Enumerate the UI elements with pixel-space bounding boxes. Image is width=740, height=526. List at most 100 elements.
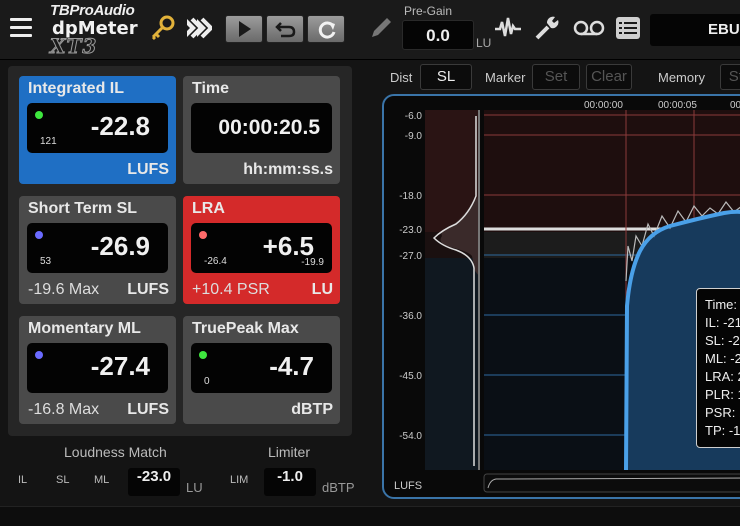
brand-bottom: XT3 [49,34,98,59]
memory-button[interactable]: Ste [720,64,740,90]
skip-forward-icon[interactable] [184,14,212,42]
x-tick-0: 00:00:00 [584,100,623,111]
y-tick: -45.0 [399,371,422,382]
meter-value: -27.4 [90,351,150,381]
play-button[interactable] [225,15,263,43]
menu-icon[interactable] [10,18,32,38]
status-bar [0,506,740,526]
meter-extra: -16.8 Max [28,401,100,418]
graph-unit-label: LUFS [394,480,423,492]
meter-title: LRA [192,200,225,217]
loudness-match-unit: LU [186,480,203,495]
dist-selector[interactable]: SL [420,64,472,90]
meter-value: -22.8 [90,111,150,141]
tooltip-line: IL: -21 [705,315,740,330]
lim-button[interactable]: LIM [230,474,248,486]
toolbar: TBProAudio dpMeter XT3 Pre-Gain 0.0 LU E… [0,0,740,60]
status-dot [199,231,207,239]
key-icon[interactable] [148,14,176,42]
pregain-input[interactable]: 0.0 [402,20,474,50]
brand-logo: TBProAudio dpMeter XT3 [46,2,146,59]
meter-value: 00:00:20.5 [218,116,320,139]
overview-strip[interactable] [483,473,740,493]
wrench-icon[interactable] [533,14,561,42]
meter-display: -26.9 53 [27,223,168,273]
il-button[interactable]: IL [18,474,27,486]
meter-panel: Integrated IL -22.8 121 LUFS Time 00:00:… [8,66,352,436]
sl-button[interactable]: SL [56,474,69,486]
play-icon [239,21,251,37]
waveform-icon[interactable] [494,14,522,42]
meter-display: -27.4 [27,343,168,393]
meter-value: -26.9 [90,231,150,261]
list-icon[interactable] [614,14,642,42]
graph-canvas: 00:00:00 00:00:05 00:0 -6.0 -9.0 -18.0 -… [399,100,740,493]
distribution-lower [425,258,479,470]
truepeak-meter[interactable]: TruePeak Max -4.7 0 dBTP [183,316,340,424]
momentary-meter[interactable]: Momentary ML -27.4 -16.8 Max LUFS [19,316,176,424]
short-term-meter[interactable]: Short Term SL -26.9 53 -19.6 Max LUFS [19,196,176,304]
meter-unit: LUFS [127,401,169,418]
y-tick: -9.0 [405,131,423,142]
status-dot [35,351,43,359]
meter-unit: LU [311,281,333,298]
tooltip-line: Time: [705,297,738,312]
marker-label: Marker [485,70,526,85]
limiter-unit: dBTP [322,480,355,495]
meter-display: -4.7 0 [191,343,332,393]
marker-clear-button[interactable]: Clear [586,64,632,90]
x-tick-1: 00:00:05 [658,100,697,111]
lra-meter[interactable]: LRA +6.5 -26.4 -19.9 +10.4 PSR LU [183,196,340,304]
meter-title: Short Term SL [28,200,138,217]
meter-sub: -26.4 [204,256,227,267]
undo-icon [275,22,296,38]
meter-display: +6.5 -26.4 -19.9 [191,223,332,273]
meter-sub-right: -19.9 [301,257,324,268]
meter-value: -4.7 [269,351,314,381]
loudness-graph[interactable]: 00:00:00 00:00:05 00:0 -6.0 -9.0 -18.0 -… [382,94,740,499]
meter-title: Time [192,80,230,97]
y-tick: -23.0 [399,225,422,236]
status-dot [35,111,43,119]
ml-button[interactable]: ML [94,474,109,486]
memory-label: Memory [658,70,705,85]
pencil-icon[interactable] [367,14,395,42]
meter-unit: hh:mm:ss.s [243,161,333,178]
loudness-match-input[interactable]: -23.0 [128,468,180,496]
undo-button[interactable] [266,15,304,43]
time-meter[interactable]: Time 00:00:20.5 hh:mm:ss.s [183,76,340,184]
meter-sub: 0 [204,376,210,387]
limiter-input[interactable]: -1.0 [264,468,316,496]
limiter-label: Limiter [268,444,311,460]
tape-icon[interactable] [573,14,605,42]
standard-label: EBU [708,21,740,38]
meter-unit: LUFS [127,161,169,178]
x-tick-2: 00:0 [730,100,740,111]
status-dot [199,351,207,359]
meter-display: 00:00:20.5 [191,103,332,153]
meter-unit: LUFS [127,281,169,298]
tooltip-line: ML: -2 [705,351,740,366]
brand-top: TBProAudio [50,2,135,19]
tooltip-line: TP: -1 [705,423,740,438]
tooltip-line: SL: -2 [705,333,740,348]
y-tick: -27.0 [399,251,422,262]
meter-extra: -19.6 Max [28,281,100,298]
status-dot [35,231,43,239]
integrated-meter[interactable]: Integrated IL -22.8 121 LUFS [19,76,176,184]
pregain-label: Pre-Gain [404,4,453,18]
meter-title: Integrated IL [28,80,125,97]
graph-tooltip: Time: IL: -21 SL: -2 ML: -2 LRA: 2 PLR: … [696,288,740,448]
meter-extra: +10.4 PSR [192,281,270,298]
y-tick: -6.0 [405,111,423,122]
marker-set-button[interactable]: Set [532,64,580,90]
refresh-button[interactable] [307,15,345,43]
meter-display: -22.8 121 [27,103,168,153]
y-tick: -36.0 [399,311,422,322]
dist-label: Dist [390,70,413,85]
tooltip-line: PSR: 1 [705,405,740,420]
tooltip-line: LRA: 2 [705,369,740,384]
refresh-icon [318,21,336,39]
meter-title: TruePeak Max [192,320,299,337]
y-tick: -18.0 [399,191,422,202]
